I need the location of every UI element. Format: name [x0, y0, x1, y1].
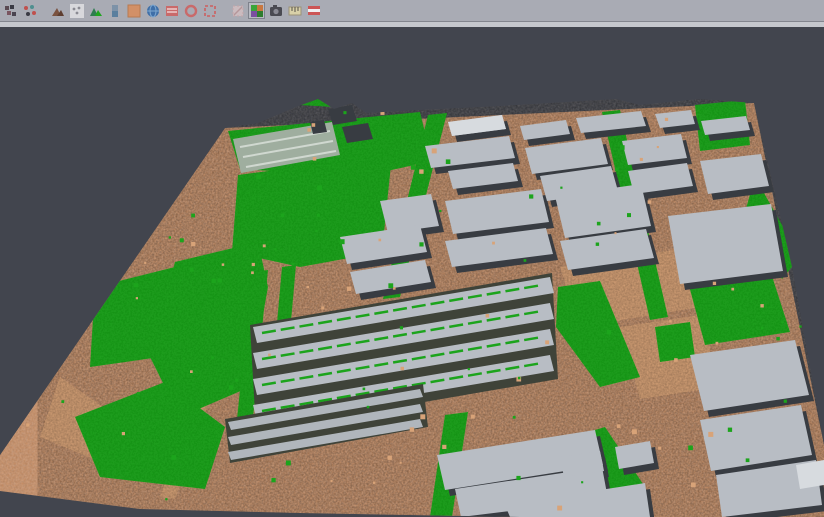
layers-button[interactable] — [163, 2, 180, 19]
terrain-button[interactable] — [49, 2, 66, 19]
scene-3d-view[interactable] — [0, 27, 824, 517]
pixel-points-button[interactable] — [2, 2, 19, 19]
flag-stripes-icon — [307, 4, 321, 18]
measure-button[interactable] — [286, 2, 303, 19]
classify-points-button[interactable] — [21, 2, 38, 19]
classification-colors-icon — [250, 4, 264, 18]
flag-stripes-button[interactable] — [305, 2, 322, 19]
ortho-button[interactable] — [125, 2, 142, 19]
profile-button[interactable] — [106, 2, 123, 19]
vegetation-icon — [89, 4, 103, 18]
application-window — [0, 0, 824, 517]
terrain-icon — [51, 4, 65, 18]
sparse-points-button[interactable] — [68, 2, 85, 19]
clip-region-icon — [231, 4, 245, 18]
measure-icon — [288, 4, 302, 18]
target-ring-icon — [184, 4, 198, 18]
toolbar — [0, 0, 824, 21]
toolbar-group-1 — [2, 2, 40, 19]
globe-icon — [146, 4, 160, 18]
toolbar-group-3 — [229, 2, 324, 19]
vegetation-button[interactable] — [87, 2, 104, 19]
camera-button[interactable] — [267, 2, 284, 19]
ortho-square-icon — [127, 4, 141, 18]
classify-points-icon — [23, 4, 37, 18]
toolbar-group-2 — [49, 2, 220, 19]
layers-icon — [165, 4, 179, 18]
target-button[interactable] — [182, 2, 199, 19]
camera-icon — [269, 4, 283, 18]
classification-colors-button[interactable] — [248, 2, 265, 19]
bright-roof-right — [796, 460, 824, 489]
pixel-points-icon — [4, 4, 18, 18]
sparse-points-icon — [70, 4, 84, 18]
clip-region-button[interactable] — [229, 2, 246, 19]
selection-box-icon — [203, 4, 217, 18]
profile-column-icon — [108, 4, 122, 18]
globe-button[interactable] — [144, 2, 161, 19]
selection-button[interactable] — [201, 2, 218, 19]
3d-viewport[interactable] — [0, 27, 824, 517]
